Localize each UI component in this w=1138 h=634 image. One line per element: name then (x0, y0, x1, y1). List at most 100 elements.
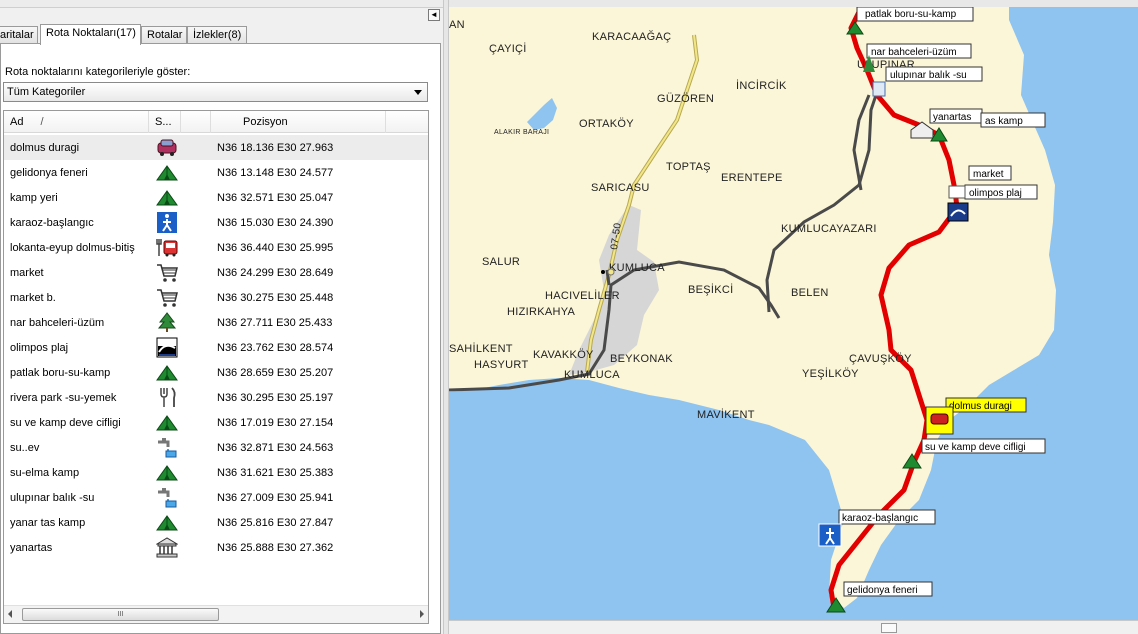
waypoint-position: N36 17.019 E30 27.154 (217, 417, 334, 429)
monument-icon (155, 537, 179, 558)
waypoint-name: su-elma kamp (10, 467, 80, 479)
place-label: KUMLUCA (609, 262, 665, 274)
waypoint-row[interactable]: ulupınar balık -su N36 27.009 E30 25.941 (4, 485, 428, 510)
place-label: MAVİKENT (697, 408, 755, 421)
junction-marker (607, 268, 615, 276)
panel-tabs: aritalar Rota Noktaları(17) Rotalar İzle… (0, 24, 443, 45)
waypoint-name: karaoz-başlangıc (10, 217, 94, 229)
application-window: ◄ aritalar Rota Noktaları(17) Rotalar İz… (0, 0, 1138, 634)
place-label: İNCİRCİK (736, 79, 787, 92)
waypoint-row[interactable]: su-elma kamp N36 31.621 E30 25.383 (4, 460, 428, 485)
waypoint-position: N36 23.762 E30 28.574 (217, 342, 334, 354)
place-label: ALAKIR BARAJI (494, 129, 549, 136)
tree-icon (156, 312, 178, 333)
bus-restaurant-icon (156, 237, 178, 258)
car-icon (930, 413, 949, 425)
collapse-panel-button[interactable]: ◄ (428, 9, 440, 21)
place-label: KAVAKKÖY (533, 349, 594, 361)
waypoint-row[interactable]: patlak boru-su-kamp N36 28.659 E30 25.207 (4, 360, 428, 385)
category-filter-label: Rota noktalarını kategorileriyle göster: (5, 66, 191, 78)
waypoint-row[interactable]: yanartas N36 25.888 E30 27.362 (4, 535, 428, 560)
category-select[interactable]: Tüm Kategoriler (3, 82, 428, 102)
waypoint-row[interactable]: karaoz-başlangıc N36 15.030 E30 24.390 (4, 210, 428, 235)
sort-indicator-icon: / (40, 116, 44, 128)
waypoint-position: N36 30.275 E30 25.448 (217, 292, 334, 304)
map-view[interactable]: AN ÇAYIÇİ KARACAAĞAÇ GÜZÖREN İNCİRCİK UL… (449, 0, 1138, 634)
place-label: HACIVELİLER (545, 289, 620, 302)
tent-icon (156, 162, 178, 183)
beach-icon (156, 337, 178, 358)
waypoint-name: su..ev (10, 442, 40, 454)
waypoint-position: N36 25.888 E30 27.362 (217, 542, 334, 554)
place-label: BELEN (791, 287, 829, 299)
column-header-symbol[interactable]: S... (149, 111, 181, 133)
map-canvas[interactable]: AN ÇAYIÇİ KARACAAĞAÇ GÜZÖREN İNCİRCİK UL… (449, 7, 1138, 634)
waypoint-name: nar bahceleri-üzüm (10, 317, 105, 329)
map-scrollbar-thumb[interactable] (881, 623, 897, 633)
waypoint-name: ulupınar balık -su (10, 492, 95, 504)
waypoint-position: N36 32.871 E30 24.563 (217, 442, 334, 454)
tent-icon (156, 187, 178, 208)
map-waypoint-label: as kamp (985, 116, 1023, 127)
beach-icon (947, 202, 969, 222)
shopping-cart-icon (156, 287, 178, 308)
waypoint-position: N36 24.299 E30 28.649 (217, 267, 334, 279)
place-label: KUMLUCA (564, 369, 620, 381)
waypoint-position: N36 27.711 E30 25.433 (217, 317, 333, 329)
column-header-name[interactable]: Ad / (4, 111, 149, 133)
map-horizontal-scrollbar[interactable] (449, 620, 1138, 634)
map-waypoint-label: yanartas (933, 112, 971, 123)
list-header: Ad / S... Pozisyon (4, 111, 428, 133)
scrollbar-thumb[interactable]: III (22, 608, 219, 621)
waypoint-row[interactable]: yanar tas kamp N36 25.816 E30 27.847 (4, 510, 428, 535)
waypoint-row[interactable]: market N36 24.299 E30 28.649 (4, 260, 428, 285)
tab-waypoints[interactable]: Rota Noktaları(17) (40, 24, 141, 45)
map-waypoint-label: dolmus duragi (949, 401, 1012, 412)
waypoint-row[interactable]: su ve kamp deve cifligi N36 17.019 E30 27… (4, 410, 428, 435)
tent-icon (156, 412, 178, 433)
tab-routes[interactable]: Rotalar (141, 26, 187, 44)
place-label: BEYKONAK (610, 353, 673, 365)
scroll-right-arrow-icon[interactable] (420, 610, 424, 618)
waypoint-name: gelidonya feneri (10, 167, 88, 179)
tab-tracks[interactable]: İzlekler(8) (187, 26, 247, 44)
waypoint-row[interactable]: nar bahceleri-üzüm N36 27.711 E30 25.433 (4, 310, 428, 335)
place-label: YEŞİLKÖY (802, 367, 859, 380)
waypoint-list: Ad / S... Pozisyon dolmus duragi N36 18.1… (3, 110, 429, 624)
tab-maps[interactable]: aritalar (0, 26, 38, 44)
map-waypoint-label: market (973, 169, 1004, 180)
waypoint-name: olimpos plaj (10, 342, 69, 354)
horizontal-scrollbar[interactable]: III (4, 605, 428, 623)
scroll-left-arrow-icon[interactable] (8, 610, 12, 618)
waypoint-row[interactable]: market b. N36 30.275 E30 25.448 (4, 285, 428, 310)
category-select-value: Tüm Kategoriler (7, 86, 86, 98)
water-tap-icon (872, 81, 886, 97)
column-header-position[interactable]: Pozisyon (211, 111, 386, 133)
map-waypoint-label: ulupınar balık -su (890, 70, 967, 81)
waypoint-panel: ◄ aritalar Rota Noktaları(17) Rotalar İz… (0, 0, 443, 634)
car-icon (156, 137, 178, 158)
waypoint-row[interactable]: gelidonya feneri N36 13.148 E30 24.577 (4, 160, 428, 185)
place-label: ORTAKÖY (579, 118, 634, 130)
map-waypoint-label: patlak boru-su-kamp (865, 9, 957, 20)
waypoint-row[interactable]: lokanta-eyup dolmus-bitiş N36 36.440 E30 … (4, 235, 428, 260)
waypoint-row[interactable]: olimpos plaj N36 23.762 E30 28.574 (4, 335, 428, 360)
place-label: AN (449, 19, 465, 31)
place-label: ÇAYIÇİ (489, 42, 527, 55)
place-label: BEŞİKCİ (688, 283, 734, 296)
waypoint-position: N36 27.009 E30 25.941 (217, 492, 334, 504)
tent-icon (156, 462, 178, 483)
waypoint-row[interactable]: kamp yeri N36 32.571 E30 25.047 (4, 185, 428, 210)
waypoint-name: yanar tas kamp (10, 517, 86, 529)
dropdown-arrow-icon[interactable] (414, 90, 422, 95)
waypoint-position: N36 36.440 E30 25.995 (217, 242, 334, 254)
waypoint-name: market (10, 267, 44, 279)
place-label: HASYURT (474, 359, 528, 371)
waypoint-position: N36 28.659 E30 25.207 (217, 367, 334, 379)
waypoint-name: kamp yeri (10, 192, 58, 204)
waypoint-row[interactable]: dolmus duragi N36 18.136 E30 27.963 (4, 135, 428, 160)
waypoint-row[interactable]: rivera park -su-yemek N36 30.295 E30 25.1… (4, 385, 428, 410)
map-waypoint-label: gelidonya feneri (847, 585, 918, 596)
waypoint-row[interactable]: su..ev N36 32.871 E30 24.563 (4, 435, 428, 460)
waypoint-name: su ve kamp deve cifligi (10, 417, 121, 429)
